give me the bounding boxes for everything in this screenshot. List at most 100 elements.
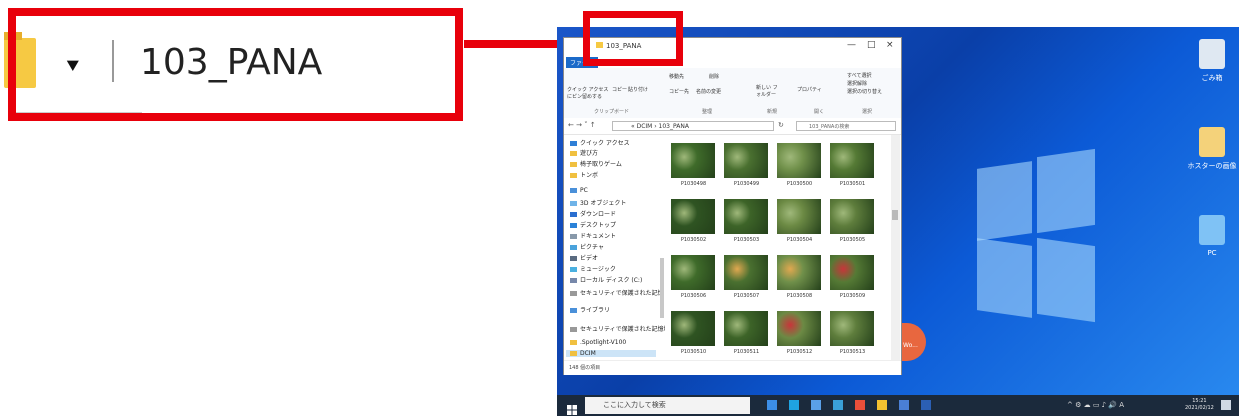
nav-item-icon	[570, 291, 577, 296]
file-name: P1030501	[839, 181, 866, 187]
copy-button[interactable]: コピー	[612, 86, 627, 93]
pin-quick-access-button[interactable]: クイック アクセス にピン留めする	[567, 86, 611, 100]
nav-item-label: ローカル ディスク (C:)	[580, 277, 643, 284]
nav-scrollbar[interactable]	[660, 258, 664, 318]
nav-item-label: PC	[580, 187, 588, 194]
select-all-button[interactable]: すべて選択	[847, 72, 871, 79]
file-name: P1030502	[680, 237, 707, 243]
file-thumbnail[interactable]	[777, 255, 821, 290]
nav-item-label: セキュリティで保護された記憶域	[580, 326, 670, 333]
date: 2021/02/12	[1185, 405, 1214, 411]
desktop-icon-label: PC	[1207, 249, 1217, 257]
file-scrollbar[interactable]	[891, 135, 900, 360]
nav-item[interactable]: ミュージック	[570, 264, 616, 273]
nav-item[interactable]: DCIM	[566, 350, 656, 357]
task-view-icon[interactable]	[767, 400, 777, 410]
clock[interactable]: 15:21 2021/02/12	[1185, 398, 1214, 412]
file-thumbnail[interactable]	[724, 143, 768, 178]
copy-to-button[interactable]: コピー先	[669, 88, 689, 95]
nav-item[interactable]: ダウンロード	[570, 209, 616, 218]
chrome-icon[interactable]	[855, 400, 865, 410]
group-new: 新規	[767, 109, 778, 115]
nav-item[interactable]: デスクトップ	[570, 220, 616, 229]
taskbar-search[interactable]: ここに入力して検索	[585, 397, 750, 414]
nav-item[interactable]: ライブラリ	[570, 305, 610, 314]
search-input[interactable]: 103_PANAの検索	[796, 121, 896, 131]
notification-icon[interactable]	[1221, 400, 1231, 410]
file-thumbnail[interactable]	[830, 311, 874, 346]
nav-item[interactable]: ローカル ディスク (C:)	[570, 275, 642, 284]
group-open: 開く	[814, 109, 825, 115]
nav-item-label: ピクチャ	[580, 244, 604, 251]
start-button[interactable]	[567, 400, 577, 415]
file-thumbnail[interactable]	[830, 199, 874, 234]
group-clipboard: クリップボード	[594, 109, 630, 115]
nav-item[interactable]: ピクチャ	[570, 242, 604, 251]
nav-item[interactable]: 3D オブジェクト	[570, 198, 626, 207]
maximize-button[interactable]: □	[867, 40, 876, 50]
zoom-callout: ⯆ 103_PANA	[0, 0, 470, 130]
folder-shortcut-icon[interactable]: ホスターの画像	[1182, 127, 1239, 171]
nav-item-icon	[570, 340, 577, 345]
new-folder-button[interactable]: 新しい フォルダー	[756, 84, 782, 98]
mail-icon[interactable]	[833, 400, 843, 410]
file-thumbnail[interactable]	[724, 255, 768, 290]
nav-item[interactable]: トンボ	[570, 170, 598, 179]
rename-button[interactable]: 名前の変更	[696, 88, 721, 95]
file-thumbnail[interactable]	[724, 199, 768, 234]
file-thumbnail[interactable]	[830, 255, 874, 290]
properties-button[interactable]: プロパティ	[797, 86, 822, 93]
address-bar[interactable]: « DCIM › 103_PANA	[612, 121, 774, 131]
title-highlight-box	[583, 11, 683, 66]
file-thumbnail[interactable]	[777, 199, 821, 234]
nav-item[interactable]: 椅子取りゲーム	[570, 159, 622, 168]
system-tray[interactable]: ^ ⚙ ☁ ▭ ♪ 🔊 A	[1067, 401, 1124, 409]
ime-indicator[interactable]: A	[1119, 401, 1124, 409]
pc-icon[interactable]: PC	[1182, 215, 1239, 257]
select-none-button[interactable]: 選択解除	[847, 80, 867, 87]
nav-item[interactable]: ビデオ	[570, 253, 598, 262]
nav-item[interactable]: PC	[570, 187, 588, 194]
nav-item-icon	[570, 234, 577, 239]
file-thumbnail[interactable]	[671, 199, 715, 234]
invert-selection-button[interactable]: 選択の切り替え	[847, 88, 882, 95]
nav-item[interactable]: セキュリティで保護された記憶域	[570, 324, 670, 333]
nav-item[interactable]: クイック アクセス	[570, 138, 630, 147]
navigation-pane: クイック アクセス 遊び方椅子取りゲーム トンボ PC 3D オブジェクト ダウンロードデ…	[564, 135, 670, 360]
tray-icons[interactable]: ^ ⚙ ☁ ▭ ♪ 🔊	[1067, 401, 1119, 409]
word-icon[interactable]	[921, 400, 931, 410]
explorer-icon[interactable]	[877, 400, 887, 410]
file-thumbnail[interactable]	[671, 255, 715, 290]
nav-item-icon	[570, 278, 577, 283]
edge-icon[interactable]	[789, 400, 799, 410]
delete-button[interactable]: 削除	[709, 73, 719, 80]
nav-item-label: セキュリティで保護された記憶	[580, 290, 664, 297]
app-icon[interactable]	[899, 400, 909, 410]
refresh-icon[interactable]: ↻	[778, 121, 784, 129]
store-icon[interactable]	[811, 400, 821, 410]
nav-item-label: ドキュメント	[580, 233, 617, 240]
nav-item-icon	[570, 327, 577, 332]
nav-item[interactable]: セキュリティで保護された記憶	[570, 288, 664, 297]
file-thumbnail[interactable]	[830, 143, 874, 178]
windows-logo	[977, 147, 1097, 327]
desktop-icon-label: ホスターの画像	[1187, 162, 1237, 170]
file-name: P1030507	[733, 293, 760, 299]
close-button[interactable]: ×	[886, 40, 894, 50]
file-thumbnail[interactable]	[671, 311, 715, 346]
minimize-button[interactable]: —	[847, 40, 856, 50]
nav-item[interactable]: ドキュメント	[570, 231, 616, 240]
nav-arrows[interactable]: ← → ˅ ↑	[568, 121, 596, 129]
file-thumbnail[interactable]	[777, 311, 821, 346]
file-thumbnail[interactable]	[671, 143, 715, 178]
recycle-bin-icon[interactable]: ごみ箱	[1182, 39, 1239, 83]
file-thumbnail[interactable]	[777, 143, 821, 178]
nav-item[interactable]: 遊び方	[570, 148, 598, 157]
scrollbar-thumb[interactable]	[892, 210, 898, 220]
nav-item[interactable]: .Spotlight-V100	[570, 339, 626, 346]
paste-button[interactable]: 貼り付け	[628, 86, 648, 93]
file-thumbnail[interactable]	[724, 311, 768, 346]
move-to-button[interactable]: 移動先	[669, 73, 684, 80]
nav-item-label: ミュージック	[580, 266, 616, 273]
nav-item-label: デスクトップ	[580, 222, 617, 229]
